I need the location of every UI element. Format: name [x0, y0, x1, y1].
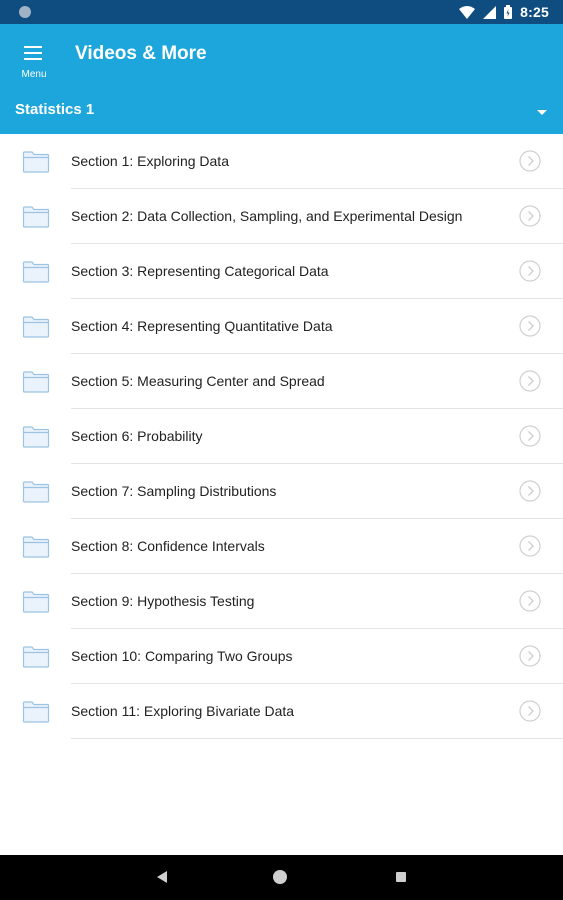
- section-label: Section 2: Data Collection, Sampling, an…: [71, 208, 463, 224]
- folder-icon: [22, 204, 50, 228]
- system-navigation-bar: [0, 855, 563, 900]
- chevron-right-circle-icon[interactable]: [519, 480, 541, 502]
- chevron-right-circle-icon[interactable]: [519, 645, 541, 667]
- folder-icon: [22, 589, 50, 613]
- dropdown-arrow-icon: [537, 110, 547, 115]
- folder-icon: [22, 424, 50, 448]
- folder-icon: [22, 699, 50, 723]
- chevron-right-circle-icon[interactable]: [519, 700, 541, 722]
- menu-button[interactable]: Menu: [14, 34, 58, 84]
- section-label: Section 8: Confidence Intervals: [71, 538, 265, 554]
- section-list-item[interactable]: Section 7: Sampling Distributions: [0, 464, 563, 519]
- section-list-item[interactable]: Section 2: Data Collection, Sampling, an…: [0, 189, 563, 244]
- recents-icon[interactable]: [396, 872, 406, 882]
- notification-dot-icon: [19, 6, 31, 18]
- section-label: Section 5: Measuring Center and Spread: [71, 373, 325, 389]
- status-bar: 8:25: [0, 0, 563, 24]
- course-selector-dropdown[interactable]: Statistics 1: [0, 92, 563, 132]
- chevron-right-circle-icon[interactable]: [519, 425, 541, 447]
- chevron-right-circle-icon[interactable]: [519, 535, 541, 557]
- section-list-item[interactable]: Section 8: Confidence Intervals: [0, 519, 563, 574]
- chevron-right-circle-icon[interactable]: [519, 260, 541, 282]
- section-label: Section 4: Representing Quantitative Dat…: [71, 318, 333, 334]
- folder-icon: [22, 149, 50, 173]
- folder-icon: [22, 259, 50, 283]
- app-bar: Menu Videos & More Statistics 1: [0, 24, 563, 134]
- section-list: Section 1: Exploring Data Section 2: Data…: [0, 134, 563, 739]
- section-list-item[interactable]: Section 1: Exploring Data: [0, 134, 563, 189]
- status-icons: 8:25: [459, 0, 549, 24]
- hamburger-menu-icon: [24, 46, 42, 60]
- section-list-item[interactable]: Section 10: Comparing Two Groups: [0, 629, 563, 684]
- app-screen: 8:25 Menu Videos & More Statistics 1 Sec…: [0, 0, 563, 900]
- section-label: Section 1: Exploring Data: [71, 153, 229, 169]
- status-time: 8:25: [520, 4, 549, 20]
- section-list-item[interactable]: Section 6: Probability: [0, 409, 563, 464]
- folder-icon: [22, 644, 50, 668]
- course-selector-value: Statistics 1: [15, 101, 95, 118]
- back-icon[interactable]: [157, 871, 167, 883]
- section-label: Section 3: Representing Categorical Data: [71, 263, 329, 279]
- chevron-right-circle-icon[interactable]: [519, 370, 541, 392]
- section-list-item[interactable]: Section 5: Measuring Center and Spread: [0, 354, 563, 409]
- section-list-item[interactable]: Section 11: Exploring Bivariate Data: [0, 684, 563, 739]
- section-list-item[interactable]: Section 9: Hypothesis Testing: [0, 574, 563, 629]
- section-list-item[interactable]: Section 3: Representing Categorical Data: [0, 244, 563, 299]
- section-list-item[interactable]: Section 4: Representing Quantitative Dat…: [0, 299, 563, 354]
- folder-icon: [22, 369, 50, 393]
- signal-icon: [483, 5, 497, 19]
- folder-icon: [22, 534, 50, 558]
- page-title: Videos & More: [75, 43, 207, 64]
- chevron-right-circle-icon[interactable]: [519, 590, 541, 612]
- wifi-icon: [459, 5, 476, 19]
- section-label: Section 7: Sampling Distributions: [71, 483, 277, 499]
- chevron-right-circle-icon[interactable]: [519, 205, 541, 227]
- section-label: Section 9: Hypothesis Testing: [71, 593, 255, 609]
- section-label: Section 6: Probability: [71, 428, 203, 444]
- divider: [71, 738, 563, 739]
- section-label: Section 11: Exploring Bivariate Data: [71, 703, 295, 719]
- menu-label: Menu: [21, 69, 47, 80]
- folder-icon: [22, 314, 50, 338]
- home-icon[interactable]: [273, 870, 287, 884]
- chevron-right-circle-icon[interactable]: [519, 315, 541, 337]
- battery-icon: [504, 5, 513, 19]
- chevron-right-circle-icon[interactable]: [519, 150, 541, 172]
- section-label: Section 10: Comparing Two Groups: [71, 648, 293, 664]
- folder-icon: [22, 479, 50, 503]
